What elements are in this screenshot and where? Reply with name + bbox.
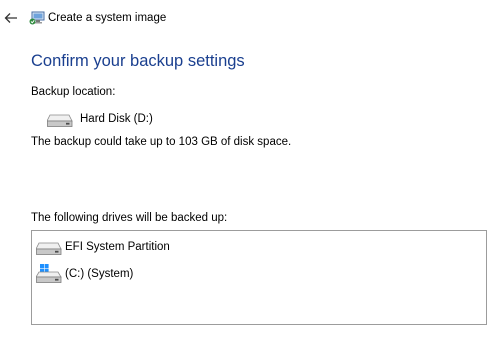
system-image-backup-icon <box>29 10 45 26</box>
hard-disk-icon <box>35 240 62 256</box>
backup-location-label: Backup location: <box>31 86 116 98</box>
windows-system-drive-icon <box>35 264 62 284</box>
drive-name: (C:) (System) <box>65 268 134 280</box>
page-heading: Confirm your backup settings <box>31 52 245 70</box>
window-title: Create a system image <box>48 12 167 24</box>
list-item: EFI System Partition <box>32 235 486 259</box>
back-arrow-icon <box>4 13 17 23</box>
list-item: (C:) (System) <box>32 262 486 286</box>
backup-location-drive: Hard Disk (D:) <box>80 113 153 125</box>
drives-list-label: The following drives will be backed up: <box>31 212 228 224</box>
hard-disk-icon <box>46 112 73 128</box>
title-bar: Create a system image <box>0 0 500 36</box>
back-button[interactable] <box>3 10 19 26</box>
drive-name: EFI System Partition <box>65 241 170 253</box>
drives-list[interactable]: EFI System Partition (C:) (System) <box>31 230 487 325</box>
disk-space-note: The backup could take up to 103 GB of di… <box>31 136 292 148</box>
